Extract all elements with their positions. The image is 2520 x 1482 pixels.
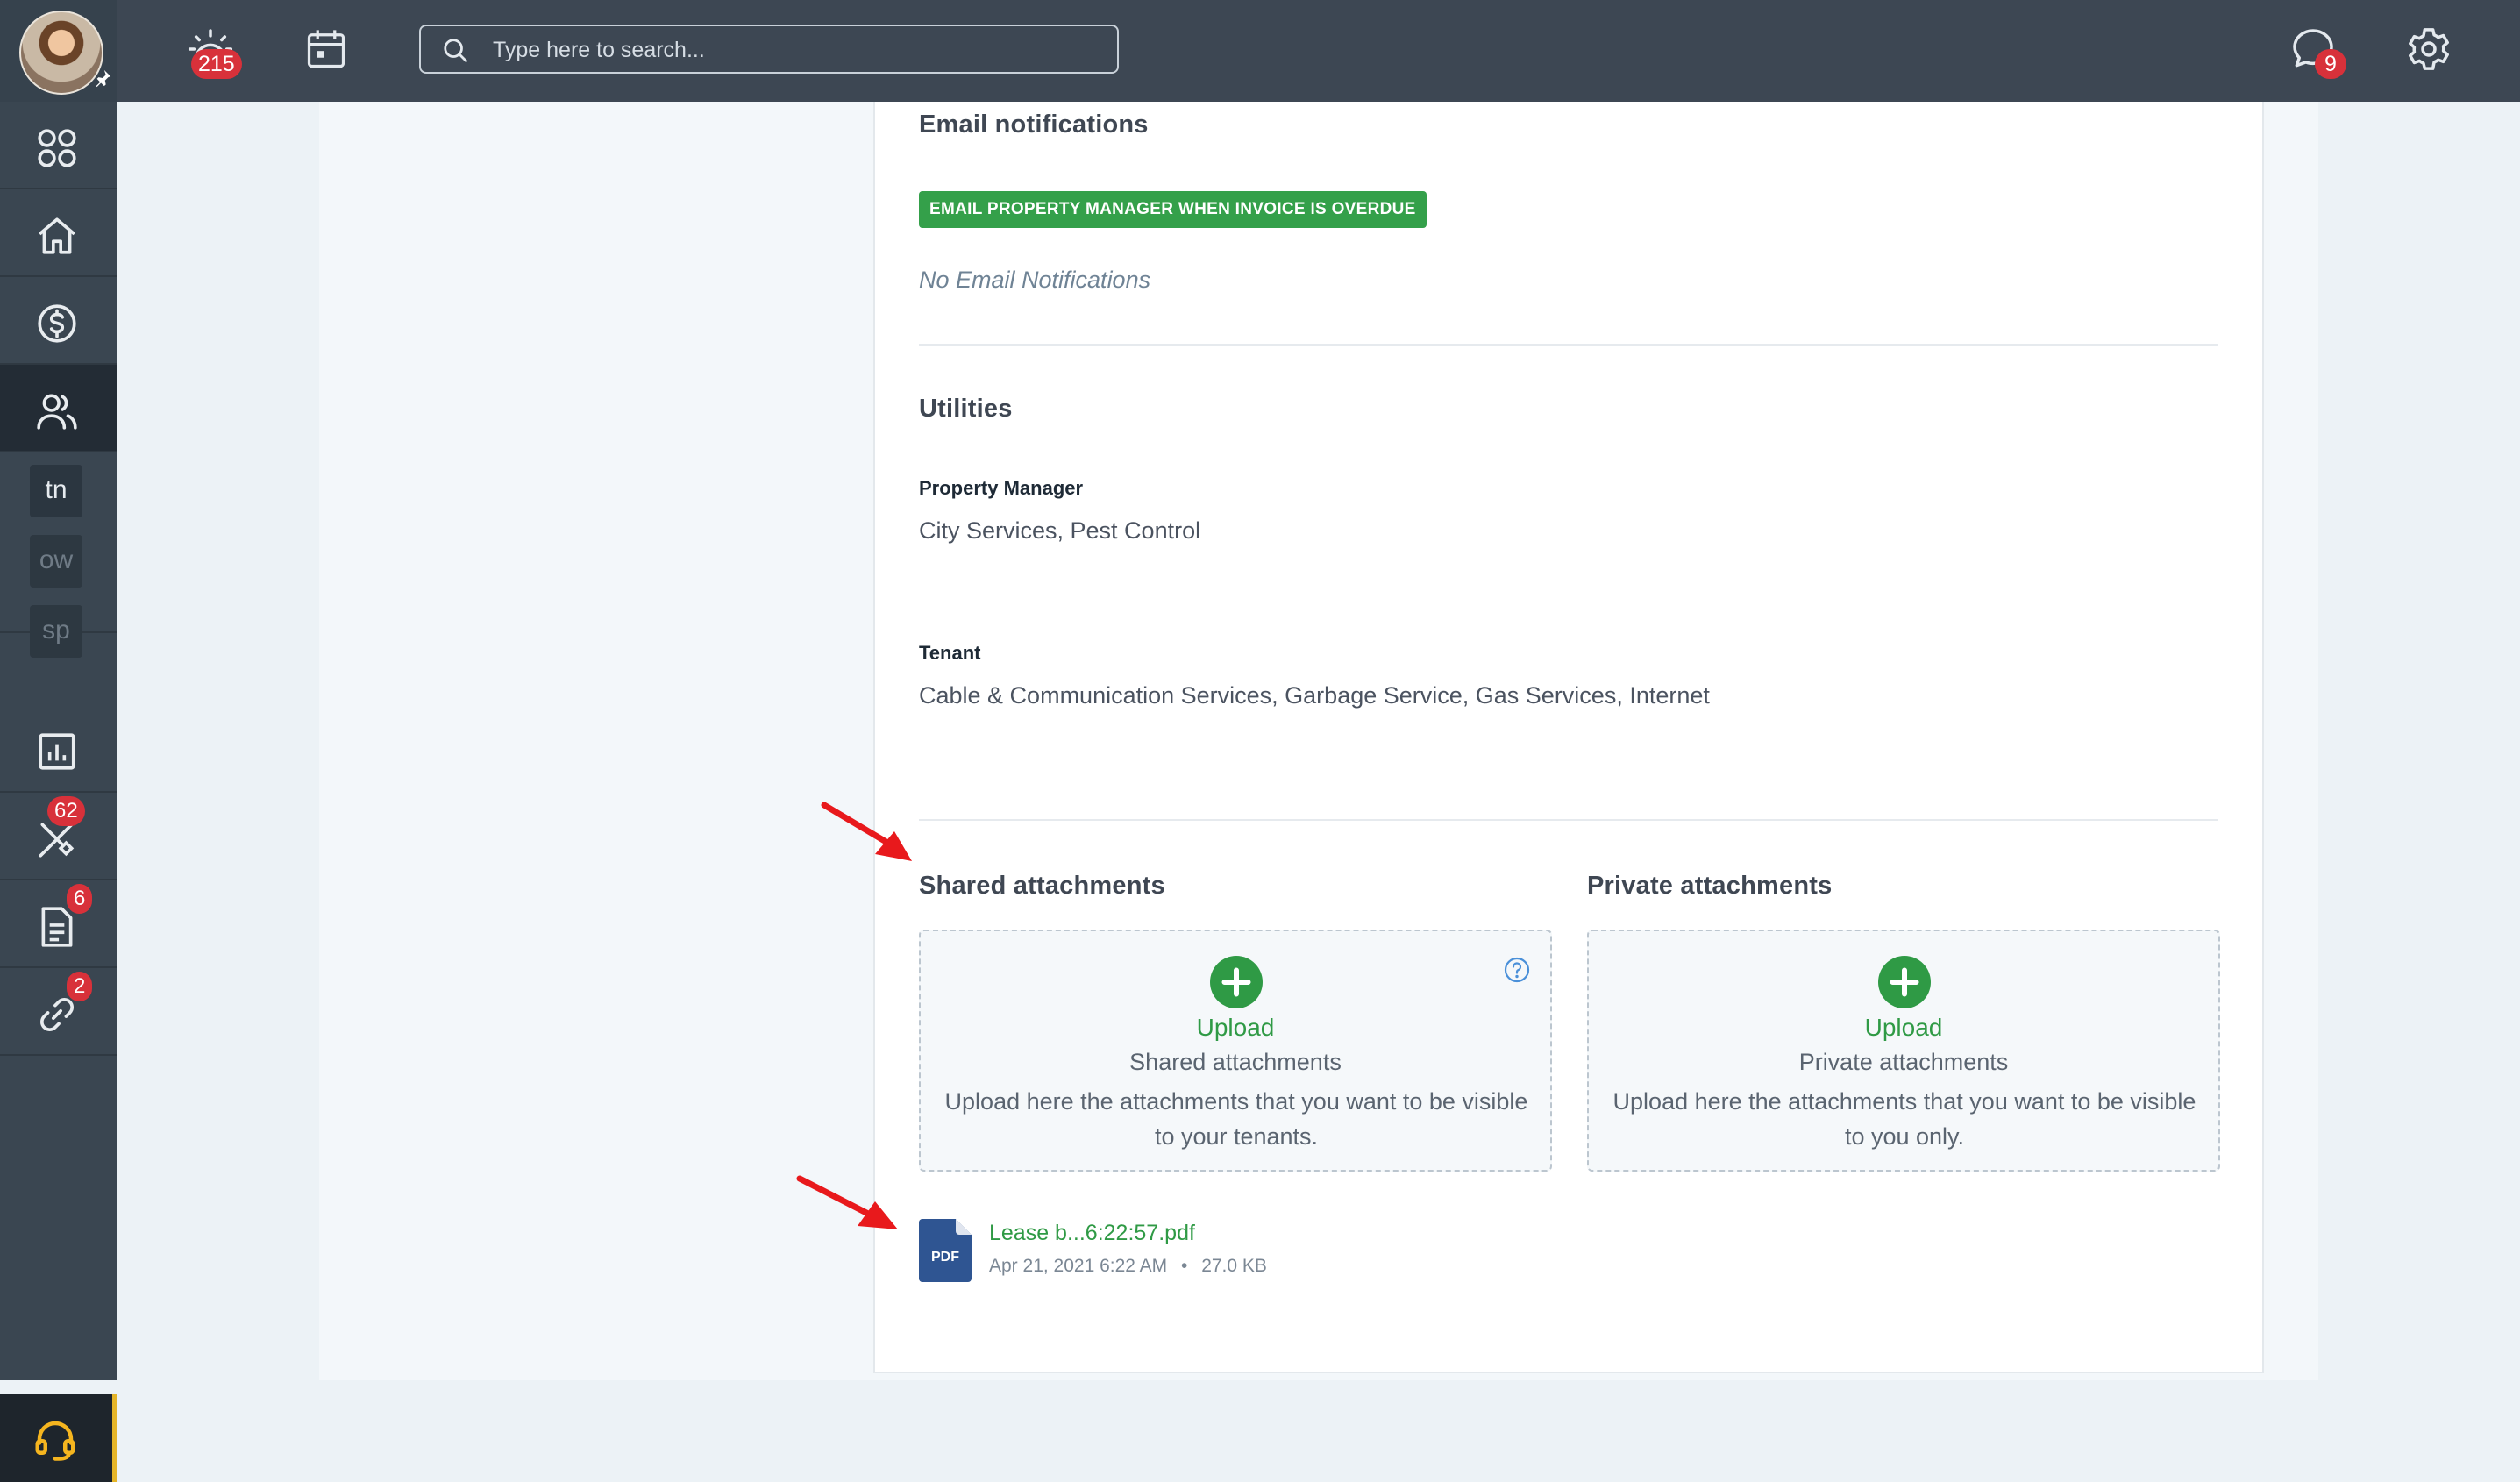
messages-badge: 9 xyxy=(2315,49,2346,79)
user-menu[interactable] xyxy=(0,0,117,102)
search-input[interactable] xyxy=(491,26,1100,74)
pdf-file-icon-label: PDF xyxy=(931,1250,959,1265)
shared-dropzone-description: Upload here the attachments that you wan… xyxy=(944,1088,1528,1150)
sidebar-item-maintenance[interactable]: 62 xyxy=(0,793,117,880)
divider xyxy=(919,344,2218,346)
no-email-notifications: No Email Notifications xyxy=(919,267,1151,293)
shared-attachments-dropzone[interactable]: Upload Shared attachments Upload here th… xyxy=(919,930,1552,1172)
property-manager-utilities: City Services, Pest Control xyxy=(919,517,1201,544)
support-button[interactable] xyxy=(0,1394,117,1482)
private-dropzone-title: Private attachments xyxy=(1798,1049,2009,1075)
attachment-date: Apr 21, 2021 6:22 AM xyxy=(989,1256,1168,1276)
attachment-size: 27.0 KB xyxy=(1201,1256,1267,1276)
top-bar: 215 9 xyxy=(0,0,2520,102)
email-notifications-heading: Email notifications xyxy=(919,110,1149,139)
notifications-badge: 215 xyxy=(191,49,242,79)
avatar[interactable] xyxy=(19,11,103,95)
search-icon xyxy=(444,39,467,62)
utilities-heading: Utilities xyxy=(919,395,1013,423)
private-attachments-dropzone[interactable]: Upload Private attachments Upload here t… xyxy=(1587,930,2220,1172)
property-manager-label: Property Manager xyxy=(919,477,1084,499)
maintenance-badge: 62 xyxy=(47,796,85,826)
gear-icon[interactable] xyxy=(2404,25,2453,74)
sidebar-item-reports[interactable] xyxy=(0,705,117,793)
home-icon xyxy=(39,217,75,254)
sidebar-item-people[interactable] xyxy=(0,365,117,452)
meta-separator: • xyxy=(1180,1256,1188,1276)
tenant-label: Tenant xyxy=(919,642,981,664)
attachment-file-meta: Apr 21, 2021 6:22 AM • 27.0 KB xyxy=(989,1256,1267,1277)
links-badge: 2 xyxy=(67,972,93,1001)
shared-dropzone-title: Shared attachments xyxy=(1129,1049,1342,1075)
sidebar: tn ow sp 62 6 2 xyxy=(0,102,117,1482)
people-icon xyxy=(37,394,77,430)
overdue-invoice-notification-chip[interactable]: EMAIL PROPERTY MANAGER WHEN INVOICE IS O… xyxy=(919,191,1427,228)
shared-attachments-heading: Shared attachments xyxy=(919,872,1165,900)
upload-plus-icon[interactable] xyxy=(1878,956,1931,1008)
documents-badge: 6 xyxy=(67,884,93,914)
sidebar-item-links[interactable]: 2 xyxy=(0,968,117,1056)
sidebar-item-service-pros[interactable]: sp xyxy=(30,605,82,658)
divider xyxy=(919,819,2218,821)
headset-icon xyxy=(35,1421,75,1461)
search-box[interactable] xyxy=(419,25,1119,74)
calendar-icon[interactable] xyxy=(302,26,351,72)
annotation-arrow-icon xyxy=(821,802,912,861)
sidebar-item-documents[interactable]: 6 xyxy=(0,880,117,968)
pdf-file-icon[interactable]: PDF xyxy=(919,1219,972,1282)
sidebar-item-tenants[interactable]: tn xyxy=(30,465,82,517)
private-dropzone-description: Upload here the attachments that you wan… xyxy=(1612,1088,2196,1150)
dollar-icon xyxy=(38,304,76,343)
private-upload-link[interactable]: Upload xyxy=(1589,1014,2218,1042)
upload-plus-icon[interactable] xyxy=(1210,956,1263,1008)
private-attachments-heading: Private attachments xyxy=(1587,872,1833,900)
pin-icon xyxy=(96,69,111,88)
sidebar-item-home[interactable] xyxy=(0,189,117,277)
annotation-arrow-icon xyxy=(796,1175,898,1229)
shared-upload-link[interactable]: Upload xyxy=(921,1014,1550,1042)
chart-icon xyxy=(39,733,75,770)
apps-icon xyxy=(38,129,76,167)
sidebar-item-accounting[interactable] xyxy=(0,277,117,365)
sidebar-item-owners[interactable]: ow xyxy=(30,535,82,588)
tenant-utilities: Cable & Communication Services, Garbage … xyxy=(919,682,1710,709)
sidebar-contacts-group: tn ow sp xyxy=(0,452,117,658)
sidebar-item-apps[interactable] xyxy=(0,102,117,189)
attachment-file-link[interactable]: Lease b...6:22:57.pdf xyxy=(989,1221,1195,1246)
help-icon[interactable] xyxy=(1503,956,1531,984)
